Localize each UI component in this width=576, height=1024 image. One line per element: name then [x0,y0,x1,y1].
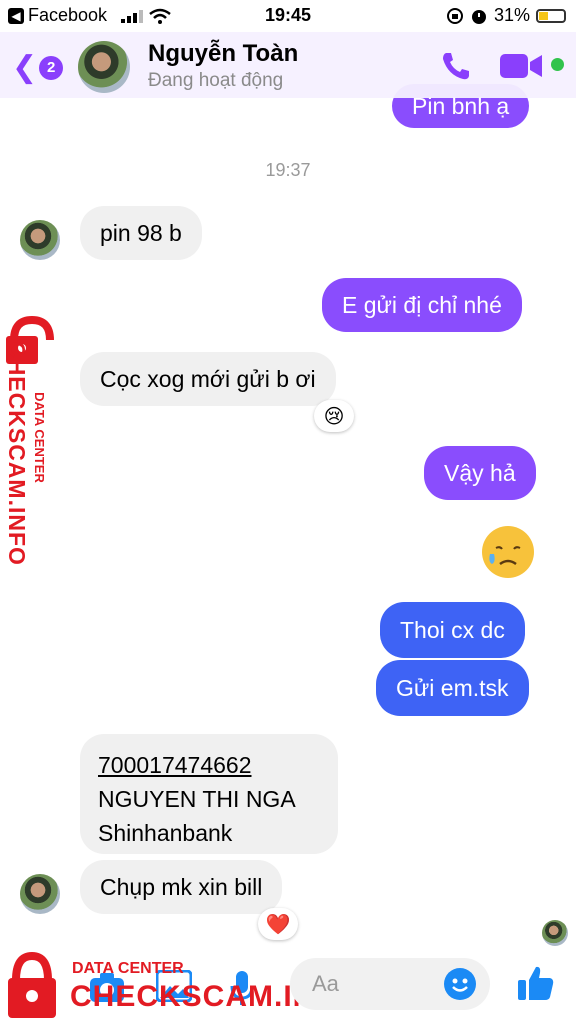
composer-bar: DATA CENTER CHECKSCAM.INFO Aa [0,940,576,1024]
phone-call-icon[interactable] [440,50,472,82]
status-bar: ◀ Facebook 19:45 31% [0,0,576,32]
contact-status: Đang hoạt động [148,70,284,91]
contact-name[interactable]: Nguyễn Toàn [148,40,298,68]
emoji-icon[interactable] [444,968,476,1000]
sender-avatar [20,874,60,914]
account-number-link[interactable]: 700017474662 [98,748,320,782]
sender-avatar [20,220,60,260]
rotation-lock-icon [446,7,463,24]
incoming-message[interactable]: Chụp mk xin bill [80,860,283,914]
watermark-side-site: CHECKSCAM.INFO [3,341,30,566]
message-timestamp: 19:37 [265,160,311,180]
message-input[interactable]: Aa [290,958,490,1010]
message-input-placeholder: Aa [312,971,339,996]
outgoing-message[interactable]: Vậy hả [424,446,536,500]
thumbs-up-icon[interactable] [516,964,556,1002]
sad-face-icon [489,546,521,566]
incoming-message[interactable]: Cọc xog mới gửi b ơi [80,352,336,406]
reaction-badge[interactable]: 😢 [314,400,354,432]
watermark-lock-icon [8,951,56,1018]
unread-badge: 2 [39,55,64,80]
battery-percent: 31% [493,5,530,25]
incoming-bank-info-message[interactable]: 700017474662 NGUYEN THI NGA Shinhanbank [80,734,338,854]
account-holder: NGUYEN THI NGA [98,786,296,812]
outgoing-message[interactable]: Gửi em.tsk [376,660,529,716]
video-call-icon[interactable] [500,52,544,80]
status-right: 31% [446,5,566,26]
chevron-left-icon: ❮ [12,51,38,84]
battery-icon [536,8,566,23]
incoming-message[interactable]: pin 98 b [80,206,202,260]
contact-avatar[interactable] [78,41,130,93]
online-indicator [551,58,564,71]
sad-face-emoji-icon[interactable] [482,526,534,578]
watermark-side-title: DATA CENTER [31,392,47,483]
back-button[interactable]: ❮ 2 [12,50,64,85]
reaction-badge[interactable]: ❤️ [258,908,298,940]
chat-header: ❮ 2 Nguyễn Toàn Đang hoạt động [0,32,576,98]
alarm-icon [471,9,486,24]
outgoing-message[interactable]: E gửi đị chỉ nhé [322,278,522,332]
bank-name: Shinhanbank [98,820,233,846]
outgoing-message[interactable]: Thoi cx dc [380,602,525,658]
watermark-bottom-title: DATA CENTER [72,960,184,977]
